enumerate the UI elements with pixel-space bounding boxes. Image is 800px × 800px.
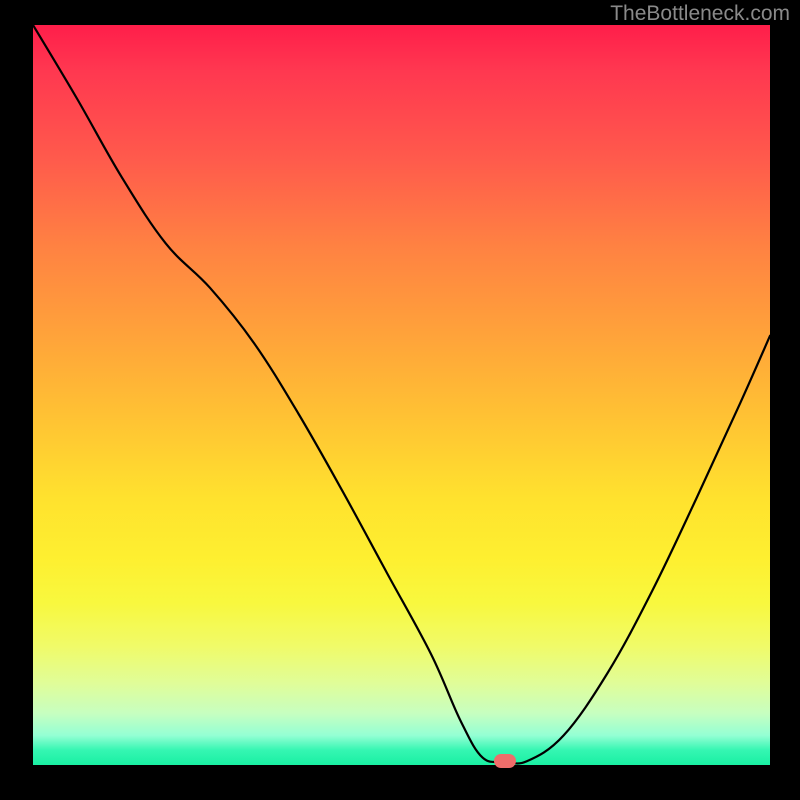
bottleneck-curve xyxy=(33,25,770,765)
chart-container: TheBottleneck.com xyxy=(0,0,800,800)
optimal-point-marker xyxy=(494,754,516,768)
plot-area xyxy=(33,25,770,765)
attribution-text: TheBottleneck.com xyxy=(610,2,790,26)
